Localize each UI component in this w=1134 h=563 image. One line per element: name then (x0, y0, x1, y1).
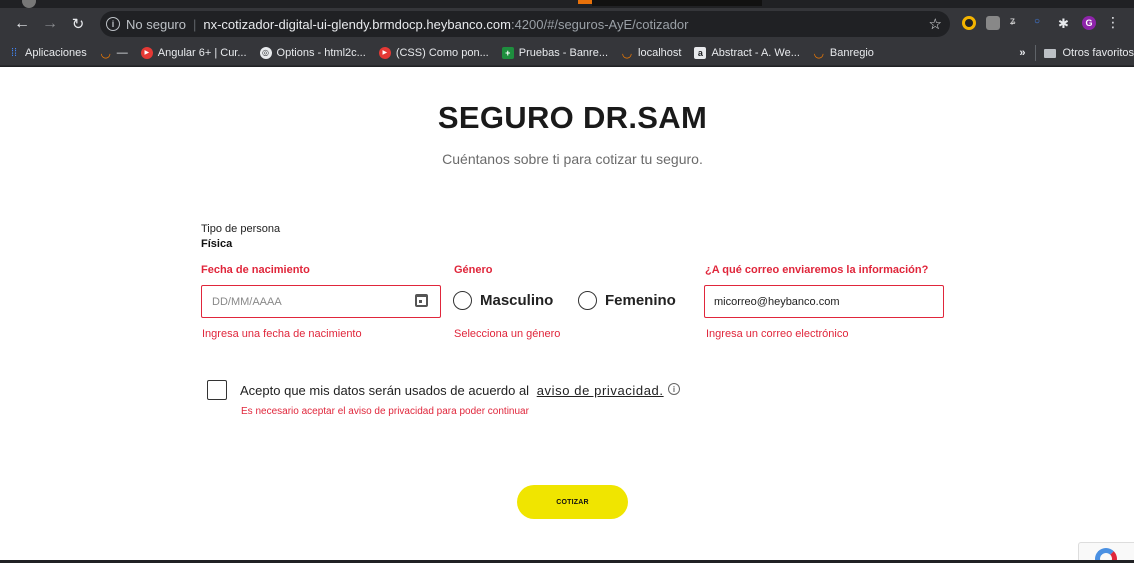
bookmark-item[interactable]: ◡ localhost (621, 45, 682, 60)
tab-favicon-icon (22, 0, 36, 8)
reload-icon[interactable]: ↻ (64, 10, 92, 38)
opera-extension-icon[interactable] (962, 15, 976, 30)
email-label: ¿A qué correo enviaremos la información? (705, 264, 929, 276)
tab-active-favicon-icon (578, 0, 592, 4)
email-value: micorreo@heybanco.com (714, 295, 840, 308)
apps-grid-icon: ⁞⁞ (10, 46, 18, 59)
forward-arrow-icon[interactable]: → (36, 10, 64, 38)
bookmark-item[interactable]: ▶ Angular 6+ | Cur... (140, 46, 247, 59)
youtube-icon: ▶ (140, 46, 153, 59)
bookmark-item[interactable]: + Pruebas - Banre... (501, 46, 609, 59)
w-extension-icon[interactable]: ʑ (1010, 16, 1024, 30)
gender-radio-femenino[interactable]: Femenino (578, 291, 676, 310)
email-field[interactable]: micorreo@heybanco.com (704, 285, 944, 318)
smile-icon: ◡ (813, 45, 825, 60)
privacy-consent-text: Acepto que mis datos serán usados de acu… (240, 383, 664, 398)
tab-item[interactable] (592, 0, 762, 6)
gender-error: Selecciona un género (454, 328, 561, 340)
radio-circle[interactable] (453, 291, 472, 310)
bookmarks-divider (1035, 45, 1037, 61)
email-error: Ingresa un correo electrónico (706, 328, 849, 340)
bookmarks-chevron-icon[interactable]: » (1019, 47, 1025, 59)
bookmark-label: Options - html2c... (276, 46, 366, 59)
calendar-icon[interactable] (415, 294, 428, 307)
browser-toolbar: ← → ↻ i No seguro | nx-cotizador-digital… (0, 8, 1134, 40)
youtube-icon: ▶ (378, 46, 391, 59)
bookmark-item[interactable]: ◎ Options - html2c... (259, 46, 366, 59)
radio-label: Masculino (480, 292, 554, 309)
cotizar-button[interactable]: COTIZAR (517, 485, 628, 519)
persona-type-value: Física (201, 238, 233, 250)
bookmark-item[interactable]: a Abstract - A. We... (694, 46, 800, 59)
extensions-bar: ʑ ○ ✱ G ⋮ (962, 14, 1120, 31)
persona-type-label: Tipo de persona (201, 223, 281, 235)
bookmark-item[interactable]: ⁞⁞ Aplicaciones (8, 47, 87, 59)
plus-icon: + (501, 46, 514, 59)
bookmark-label: (CSS) Como pon... (395, 46, 489, 59)
page-content: SEGURO DR.SAM Cuéntanos sobre ti para co… (0, 67, 1134, 563)
security-label: No seguro (126, 16, 186, 32)
birthdate-placeholder: DD/MM/AAAA (212, 295, 282, 308)
radio-circle[interactable] (578, 291, 597, 310)
puzzle-extensions-icon[interactable]: ✱ (1058, 16, 1072, 31)
bookmark-item[interactable]: ◡ Banregio (813, 45, 874, 60)
folder-icon (1044, 48, 1057, 58)
address-bar[interactable]: i No seguro | nx-cotizador-digital-ui-gl… (100, 11, 950, 37)
abstract-icon: a (694, 46, 707, 59)
radio-label: Femenino (605, 292, 676, 309)
tab-strip (0, 0, 1134, 8)
consent-label: Acepto que mis datos serán usados de acu… (240, 383, 530, 398)
gender-radio-masculino[interactable]: Masculino (453, 291, 553, 310)
page-subtitle: Cuéntanos sobre ti para cotizar tu segur… (442, 151, 703, 167)
bookmarks-bar: ⁞⁞ Aplicaciones ◡ — ▶ Angular 6+ | Cur..… (0, 40, 1134, 66)
globe-icon: ◎ (259, 46, 272, 59)
url-host: nx-cotizador-digital-ui-glendy.brmdocp.h… (203, 16, 511, 32)
bookmark-star-icon[interactable]: ☆ (929, 15, 942, 33)
page-title: SEGURO DR.SAM (437, 100, 708, 135)
birthdate-label: Fecha de nacimiento (201, 264, 310, 276)
birthdate-error: Ingresa una fecha de nacimiento (202, 328, 362, 340)
privacy-consent-checkbox[interactable] (207, 380, 227, 400)
other-bookmarks-label[interactable]: Otros favoritos (1062, 47, 1134, 59)
back-arrow-icon[interactable]: ← (8, 10, 36, 38)
bookmark-label: Angular 6+ | Cur... (157, 46, 247, 59)
f-extension-icon[interactable] (986, 15, 1000, 30)
privacy-notice-link[interactable]: aviso de privacidad. (537, 383, 664, 398)
g-extension-icon[interactable]: ○ (1034, 16, 1048, 30)
bookmark-item[interactable]: ▶ (CSS) Como pon... (378, 46, 489, 59)
consent-error: Es necesario aceptar el aviso de privaci… (241, 406, 529, 417)
bookmarks-overflow: » Otros favoritos (1019, 40, 1134, 65)
url-path: :4200/#/seguros-AyE/cotizador (510, 16, 689, 32)
bookmark-label: localhost (638, 46, 682, 59)
kebab-menu-icon[interactable]: ⋮ (1106, 14, 1120, 31)
birthdate-input[interactable]: DD/MM/AAAA (201, 285, 441, 318)
smile-icon: ◡ (621, 45, 633, 60)
bookmark-label: — (116, 46, 128, 59)
bookmark-label: Pruebas - Banre... (518, 46, 609, 59)
omnibox-separator: | (192, 16, 197, 32)
info-icon[interactable]: i (668, 383, 680, 395)
info-icon[interactable]: i (106, 17, 120, 31)
profile-avatar[interactable]: G (1082, 15, 1096, 30)
bookmark-item[interactable]: ◡ — (100, 45, 128, 60)
bookmark-label: Aplicaciones (25, 46, 87, 59)
smile-icon: ◡ (100, 45, 111, 60)
bookmark-label: Abstract - A. We... (711, 46, 800, 59)
bookmark-label: Banregio (829, 46, 874, 59)
gender-label: Género (454, 264, 493, 276)
